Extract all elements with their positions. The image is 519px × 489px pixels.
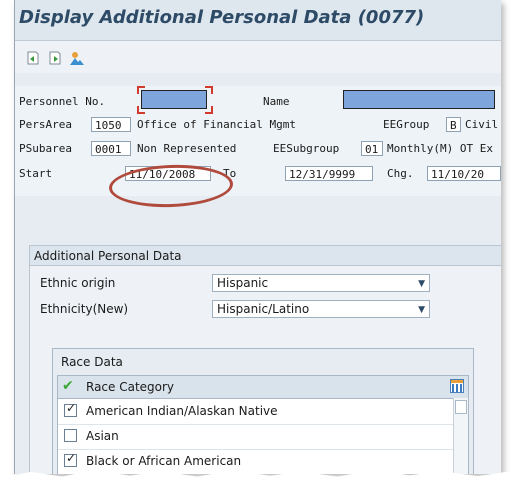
page-title: Display Additional Personal Data (0077) [19, 7, 425, 28]
ethnic-origin-label: Ethnic origin [40, 276, 116, 290]
vertical-scrollbar[interactable] [453, 398, 468, 474]
next-record-icon[interactable] [47, 50, 63, 66]
ethnicity-new-dropdown[interactable]: Hispanic/Latino ▼ [212, 300, 430, 318]
checkmark-icon: ✓ [66, 401, 77, 415]
personnel-no-label: Personnel No. [19, 95, 106, 108]
race-category-cell: Asian [86, 429, 119, 443]
previous-record-icon[interactable] [25, 50, 41, 66]
name-label: Name [263, 95, 290, 108]
overview-icon[interactable] [69, 50, 85, 66]
checkmark-icon[interactable]: ✔ [62, 378, 74, 394]
field-focus-corner [137, 86, 145, 94]
ethnic-origin-value: Hispanic [217, 276, 269, 290]
checkmark-icon: ✓ [66, 451, 77, 465]
end-date-field: 12/31/9999 [285, 166, 373, 181]
race-category-cell: American Indian/Alaskan Native [86, 404, 278, 418]
start-label: Start [19, 167, 53, 180]
race-table-header: ✔ Race Category [58, 376, 468, 399]
ethnic-origin-dropdown[interactable]: Hispanic ▼ [212, 274, 430, 292]
section-title: Additional Personal Data [30, 246, 501, 266]
psubarea-label: PSubarea [19, 142, 72, 155]
table-row[interactable]: ✓ American Indian/Alaskan Native [58, 399, 453, 425]
race-table: ✔ Race Category ✓ American Indian/Alaska… [57, 375, 469, 474]
field-focus-corner [205, 86, 213, 94]
column-header-race-category[interactable]: Race Category [86, 380, 174, 394]
ethnicity-new-value: Hispanic/Latino [217, 302, 310, 316]
row-checkbox[interactable] [64, 429, 77, 442]
title-bar: Display Additional Personal Data (0077) [15, 0, 501, 41]
row-checkbox[interactable]: ✓ [64, 451, 77, 467]
eesubgroup-text: Monthly(M) OT Ex [387, 142, 493, 155]
row-checkbox[interactable]: ✓ [64, 401, 77, 417]
name-field[interactable] [343, 90, 495, 109]
race-data-group: Race Data ✔ Race Category ✓ American Ind… [52, 348, 474, 474]
eesubgroup-code: 01 [361, 141, 383, 156]
table-row[interactable]: Asian [58, 424, 453, 450]
eesubgroup-label: EESubgroup [273, 142, 340, 155]
persarea-code: 1050 [91, 117, 131, 132]
persarea-text: Office of Financial Mgmt [137, 118, 296, 131]
employee-header: Personnel No. Name PersArea 1050 Office … [15, 86, 501, 196]
sap-window: Display Additional Personal Data (0077) … [14, 0, 501, 474]
eegroup-code: B [446, 117, 461, 132]
table-settings-icon[interactable] [450, 379, 464, 393]
additional-personal-data-section: Additional Personal Data Ethnic origin H… [29, 245, 501, 474]
scrollbar-thumb[interactable] [455, 400, 467, 414]
table-row[interactable]: ✓ Black or African American [58, 449, 453, 474]
psubarea-text: Non Represented [137, 142, 237, 155]
race-data-title: Race Data [61, 355, 123, 369]
eegroup-label: EEGroup [383, 118, 430, 131]
chevron-down-icon: ▼ [418, 279, 425, 289]
race-category-cell: Black or African American [86, 454, 242, 468]
eegroup-text: Civil S [465, 118, 501, 131]
application-toolbar [15, 41, 501, 73]
personnel-no-field[interactable] [141, 90, 207, 109]
chevron-down-icon: ▼ [418, 305, 425, 315]
changed-label: Chg. [387, 167, 414, 180]
psubarea-code: 0001 [91, 141, 131, 156]
field-focus-corner [137, 106, 145, 114]
changed-date-field: 11/10/20 [427, 166, 501, 181]
ethnicity-new-label: Ethnicity(New) [40, 302, 129, 316]
field-focus-corner [205, 106, 213, 114]
persarea-label: PersArea [19, 118, 72, 131]
